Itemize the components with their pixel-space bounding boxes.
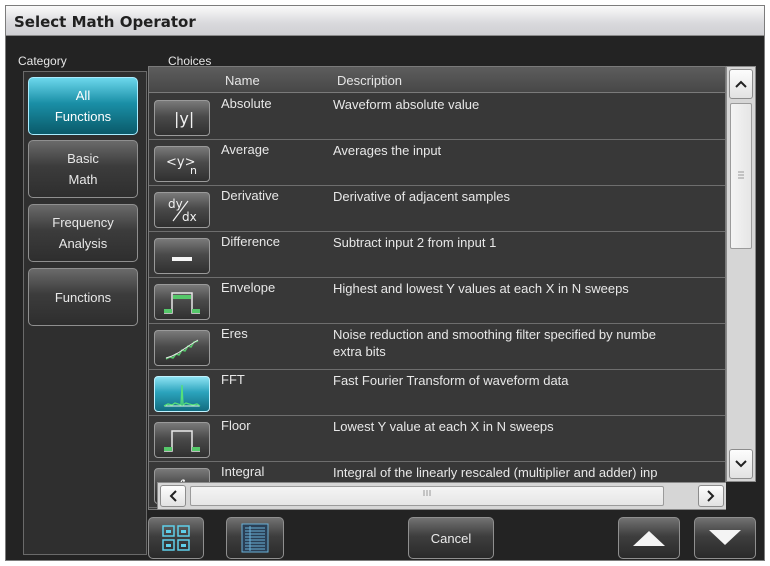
item-description: Fast Fourier Transform of waveform data <box>333 373 569 388</box>
vertical-scrollbar[interactable] <box>726 66 756 482</box>
horizontal-scroll-thumb[interactable] <box>190 486 664 506</box>
item-description: Waveform absolute value <box>333 97 480 112</box>
item-description-line1: Noise reduction and smoothing filter spe… <box>333 327 657 342</box>
item-description: Integral of the linearly rescaled (multi… <box>333 465 658 480</box>
grid-view-button[interactable] <box>148 517 204 559</box>
item-name: FFT <box>221 372 245 387</box>
scroll-right-button[interactable] <box>698 485 724 507</box>
vertical-scroll-thumb[interactable] <box>730 103 752 249</box>
category-label-line1: Frequency <box>52 215 114 230</box>
category-basic-math-button[interactable]: Basic Math <box>28 140 138 198</box>
list-item[interactable]: FFT Fast Fourier Transform of waveform d… <box>149 370 725 416</box>
item-name: Derivative <box>221 188 279 203</box>
grip-icon <box>423 490 431 496</box>
triangle-up-icon <box>633 531 665 546</box>
list-item[interactable]: Floor Lowest Y value at each X in N swee… <box>149 416 725 462</box>
chevron-down-icon <box>735 460 747 468</box>
list-view-button[interactable] <box>226 517 284 559</box>
list-item[interactable]: <y> n Average Averages the input <box>149 140 725 186</box>
choices-list: Name Description |y| Absolute Waveform a… <box>148 66 726 510</box>
difference-icon[interactable] <box>154 238 210 274</box>
svg-text:n: n <box>190 164 197 177</box>
svg-text:dx: dx <box>182 210 197 224</box>
page-down-button[interactable] <box>694 517 756 559</box>
item-description: Derivative of adjacent samples <box>333 189 511 204</box>
cancel-button[interactable]: Cancel <box>408 517 494 559</box>
chevron-left-icon <box>169 490 177 502</box>
category-label-line2: Functions <box>54 109 112 124</box>
horizontal-scrollbar[interactable] <box>157 482 727 510</box>
category-frequency-analysis-button[interactable]: Frequency Analysis <box>28 204 138 262</box>
item-description: Highest and lowest Y values at each X in… <box>333 281 629 296</box>
category-label-line1: Functions <box>54 289 112 305</box>
svg-text:dy: dy <box>168 197 183 211</box>
scroll-down-button[interactable] <box>729 449 753 479</box>
item-description: Noise reduction and smoothing filter spe… <box>333 326 721 360</box>
list-view-icon <box>241 523 269 553</box>
average-icon[interactable]: <y> n <box>154 146 210 182</box>
list-item[interactable]: dy dx Derivative Derivative of adjacent s… <box>149 186 725 232</box>
scroll-left-button[interactable] <box>160 485 186 507</box>
item-name: Difference <box>221 234 281 249</box>
category-functions-button[interactable]: Functions <box>28 268 138 326</box>
item-name: Eres <box>221 326 248 341</box>
fft-icon[interactable] <box>154 376 210 412</box>
triangle-down-icon <box>709 530 741 545</box>
column-header-description[interactable]: Description <box>337 73 402 88</box>
eres-icon[interactable] <box>154 330 210 366</box>
item-description: Lowest Y value at each X in N sweeps <box>333 419 554 434</box>
chevron-right-icon <box>707 490 715 502</box>
category-header: Category <box>18 54 67 68</box>
category-label-line1: Basic <box>67 151 99 166</box>
item-name: Envelope <box>221 280 276 295</box>
item-name: Average <box>221 142 270 157</box>
item-name: Absolute <box>221 96 272 111</box>
column-header-name[interactable]: Name <box>225 73 260 88</box>
list-header: Name Description <box>149 67 725 93</box>
scrollbar-corner <box>726 482 756 510</box>
select-math-operator-dialog: Select Math Operator Category Choices Al… <box>5 5 765 561</box>
title-bar: Select Math Operator <box>6 6 764 36</box>
item-description: Subtract input 2 from input 1 <box>333 235 497 250</box>
absolute-value-icon[interactable]: |y| <box>154 100 210 136</box>
item-name: Floor <box>221 418 251 433</box>
list-item[interactable]: Envelope Highest and lowest Y values at … <box>149 278 725 324</box>
svg-text:|y|: |y| <box>174 109 194 128</box>
category-all-functions-button[interactable]: All Functions <box>28 77 138 135</box>
page-up-button[interactable] <box>618 517 680 559</box>
category-panel: All Functions Basic Math Frequency Analy… <box>23 71 147 555</box>
item-description-line2: extra bits <box>333 344 386 359</box>
cancel-label: Cancel <box>430 530 472 546</box>
list-item[interactable]: Eres Noise reduction and smoothing filte… <box>149 324 725 370</box>
window-title: Select Math Operator <box>14 13 196 31</box>
derivative-icon[interactable]: dy dx <box>154 192 210 228</box>
category-label-line2: Analysis <box>58 236 108 251</box>
scroll-up-button[interactable] <box>729 69 753 99</box>
list-item[interactable]: |y| Absolute Waveform absolute value <box>149 94 725 140</box>
chevron-up-icon <box>735 80 747 88</box>
floor-icon[interactable] <box>154 422 210 458</box>
item-description: Averages the input <box>333 143 442 158</box>
category-label-line2: Math <box>68 172 98 187</box>
item-name: Integral <box>221 464 265 479</box>
grid-view-icon <box>162 525 190 551</box>
category-label-line1: All <box>75 88 91 103</box>
list-item[interactable]: Difference Subtract input 2 from input 1 <box>149 232 725 278</box>
grip-icon <box>738 171 744 179</box>
envelope-icon[interactable] <box>154 284 210 320</box>
